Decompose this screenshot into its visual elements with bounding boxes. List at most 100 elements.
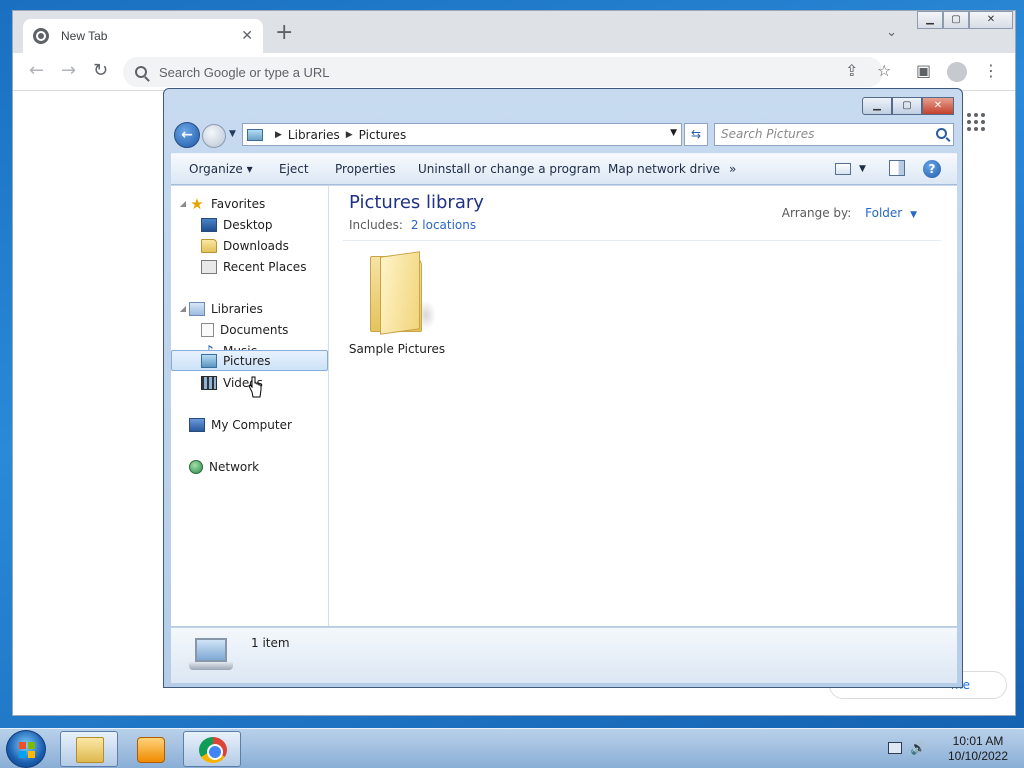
explorer-forward-icon[interactable]	[202, 124, 226, 148]
more-commands-button[interactable]: »	[729, 162, 736, 176]
tab-close-icon[interactable]: ✕	[241, 28, 253, 44]
chrome-tabstrip: New Tab ✕ + ⌄ ▁ ▢ ✕	[13, 11, 1015, 53]
organize-button[interactable]: Organize ▾	[189, 162, 253, 176]
tab-title: New Tab	[61, 29, 108, 43]
search-placeholder: Search Pictures	[721, 127, 815, 141]
search-icon[interactable]	[936, 128, 947, 139]
new-tab-button[interactable]: +	[275, 22, 293, 44]
nav-downloads[interactable]: Downloads	[171, 235, 328, 256]
chrome-close-button[interactable]: ✕	[969, 11, 1013, 29]
explorer-close-button[interactable]: ✕	[922, 97, 954, 115]
chrome-favicon-icon	[33, 28, 49, 44]
nav-desktop[interactable]: Desktop	[171, 214, 328, 235]
breadcrumb-chevron-icon[interactable]: ▶	[275, 130, 282, 140]
nav-documents[interactable]: Documents	[171, 319, 328, 340]
file-explorer-icon	[76, 737, 104, 763]
locations-link[interactable]: 2 locations	[411, 218, 476, 232]
explorer-maximize-button[interactable]: ▢	[892, 97, 922, 115]
windows-logo-icon	[19, 742, 35, 758]
start-button[interactable]	[6, 730, 46, 768]
network-tray-icon[interactable]	[888, 742, 902, 754]
change-view-icon[interactable]	[835, 163, 851, 175]
favorites-star-icon: ★	[190, 194, 204, 213]
nav-libraries-label: Libraries	[211, 301, 263, 316]
taskbar: 🔊 10:01 AM 10/10/2022	[0, 728, 1024, 768]
folder-icon	[362, 250, 436, 338]
profile-avatar-icon[interactable]	[947, 62, 967, 82]
google-apps-icon[interactable]	[967, 113, 985, 131]
views-dropdown-icon[interactable]: ▼	[859, 164, 866, 174]
address-bar[interactable]: ▶ Libraries ▶ Pictures ▼	[242, 123, 682, 146]
nav-favorites[interactable]: ◢ ★ Favorites	[171, 193, 328, 214]
breadcrumb-libraries[interactable]: Libraries	[288, 128, 340, 142]
file-list-area: Pictures library Includes: 2 locations A…	[329, 186, 957, 626]
computer-icon	[189, 417, 205, 432]
laptop-icon	[189, 638, 233, 674]
arrange-dropdown-icon[interactable]: ▼	[910, 210, 917, 220]
explorer-back-icon[interactable]: ←	[174, 122, 200, 148]
taskbar-explorer[interactable]	[60, 731, 118, 767]
recent-pages-dropdown-icon[interactable]: ▼	[229, 129, 236, 139]
chrome-minimize-button[interactable]: ▁	[917, 11, 943, 29]
breadcrumb-chevron-icon[interactable]: ▶	[346, 130, 353, 140]
chrome-toolbar: ← → ↻ Search Google or type a URL ⇪ ☆ ▣ …	[13, 53, 1015, 91]
folder-label: Sample Pictures	[348, 342, 446, 356]
includes-label: Includes:	[349, 218, 403, 232]
nav-network-label: Network	[209, 459, 260, 474]
nav-downloads-label: Downloads	[223, 238, 289, 253]
address-dropdown-icon[interactable]: ▼	[670, 128, 677, 138]
reload-icon[interactable]: ↻	[93, 62, 108, 80]
arrange-by-dropdown[interactable]: Folder	[865, 206, 902, 220]
recent-places-icon	[201, 259, 217, 274]
tab-search-icon[interactable]: ⌄	[886, 25, 897, 40]
tab-new-tab[interactable]: New Tab ✕	[23, 19, 263, 53]
nav-recent-places-label: Recent Places	[223, 259, 307, 274]
taskbar-chrome[interactable]	[183, 731, 241, 767]
side-panel-icon[interactable]: ▣	[916, 63, 931, 79]
share-icon[interactable]: ⇪	[845, 63, 858, 79]
nav-libraries[interactable]: ◢ Libraries	[171, 298, 328, 319]
back-arrow-icon[interactable]: ←	[29, 62, 44, 80]
clock[interactable]: 10:01 AM 10/10/2022	[936, 734, 1020, 764]
forward-arrow-icon[interactable]: →	[61, 62, 76, 80]
properties-button[interactable]: Properties	[335, 162, 396, 176]
clock-time: 10:01 AM	[952, 734, 1004, 748]
expand-triangle-icon[interactable]: ◢	[177, 304, 189, 313]
library-includes: Includes: 2 locations	[349, 218, 476, 232]
chrome-menu-icon[interactable]: ⋮	[983, 63, 999, 79]
omnibox[interactable]: Search Google or type a URL	[123, 57, 883, 87]
uninstall-program-button[interactable]: Uninstall or change a program	[418, 162, 601, 176]
taskbar-media-player[interactable]	[121, 731, 179, 767]
explorer-minimize-button[interactable]: ▁	[862, 97, 892, 115]
explorer-window: ▁ ▢ ✕ ← ▼ ▶ Libraries ▶ Pictures ▼ ⇆ Sea…	[163, 88, 963, 688]
search-pictures-input[interactable]: Search Pictures	[714, 123, 954, 146]
preview-pane-icon[interactable]	[889, 160, 905, 176]
desktop-icon	[201, 217, 217, 232]
nav-desktop-label: Desktop	[223, 217, 273, 232]
refresh-icon[interactable]: ⇆	[684, 123, 708, 146]
chrome-maximize-button[interactable]: ▢	[943, 11, 969, 29]
downloads-folder-icon	[201, 238, 217, 253]
library-title: Pictures library	[349, 192, 484, 213]
breadcrumb-pictures[interactable]: Pictures	[359, 128, 407, 142]
arrange-by-label: Arrange by:	[781, 206, 852, 220]
folder-item-sample-pictures[interactable]: Sample Pictures	[347, 250, 447, 360]
nav-documents-label: Documents	[220, 322, 289, 337]
system-tray: 🔊 10:01 AM 10/10/2022	[884, 729, 1024, 768]
bookmark-star-icon[interactable]: ☆	[877, 63, 891, 79]
nav-recent-places[interactable]: Recent Places	[171, 256, 328, 277]
nav-pictures[interactable]: Pictures	[171, 350, 328, 371]
nav-my-computer[interactable]: My Computer	[171, 414, 328, 435]
expand-triangle-icon[interactable]: ◢	[177, 199, 189, 208]
header-divider	[343, 240, 941, 241]
map-network-drive-button[interactable]: Map network drive	[608, 162, 720, 176]
nav-network[interactable]: Network	[171, 456, 328, 477]
nav-my-computer-label: My Computer	[211, 417, 292, 432]
help-icon[interactable]: ?	[923, 160, 941, 178]
eject-button[interactable]: Eject	[279, 162, 309, 176]
volume-icon[interactable]: 🔊	[910, 741, 926, 756]
omnibox-placeholder: Search Google or type a URL	[159, 64, 330, 80]
details-pane: 1 item	[171, 627, 957, 683]
command-bar: Organize ▾ Eject Properties Uninstall or…	[171, 153, 957, 185]
pictures-library-icon	[247, 128, 263, 141]
